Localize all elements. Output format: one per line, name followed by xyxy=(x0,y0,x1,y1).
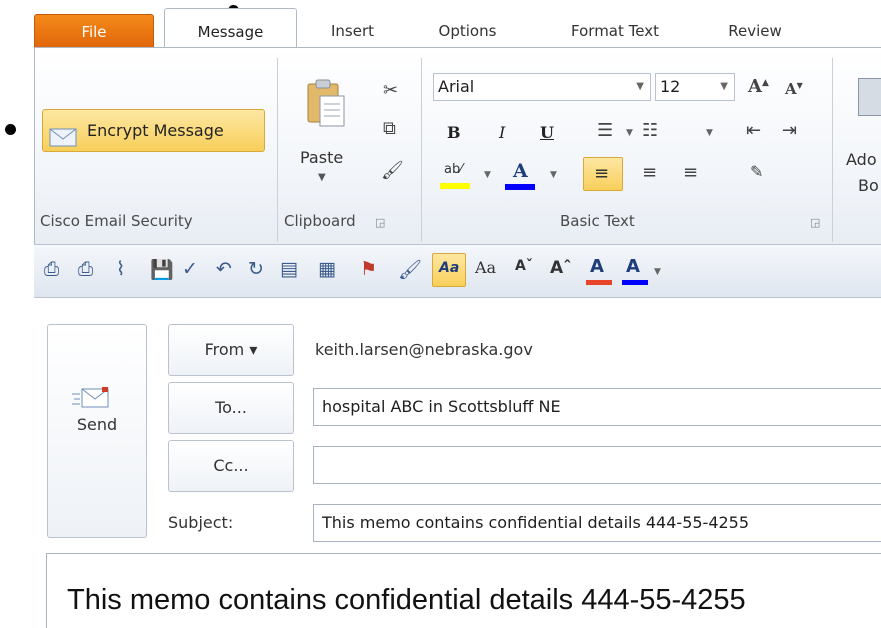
encrypt-message-button[interactable]: Encrypt Message xyxy=(42,109,265,152)
bold-icon[interactable]: B xyxy=(447,123,461,142)
chevron-down-icon: ▼ xyxy=(550,170,557,180)
change-case-icon[interactable]: Aa xyxy=(475,258,496,277)
chevron-down-icon: ▼ xyxy=(318,172,326,183)
chevron-down-icon: ▼ xyxy=(626,128,633,138)
paste-button[interactable]: Paste ▼ xyxy=(296,72,366,197)
underline-icon[interactable]: U xyxy=(540,123,554,142)
shrink-font-icon[interactable]: Aˇ xyxy=(515,258,533,274)
dialog-launcher-icon[interactable]: ◲ xyxy=(810,216,820,229)
font-color-icon[interactable]: A xyxy=(622,256,648,286)
tab-file[interactable]: File xyxy=(34,14,154,48)
message-body-text: This memo contains confidential details … xyxy=(67,584,746,616)
group-separator xyxy=(832,58,833,242)
envelope-icon xyxy=(49,121,77,147)
from-label: From ▾ xyxy=(204,340,258,359)
send-label: Send xyxy=(76,415,118,434)
cut-icon[interactable]: ✂ xyxy=(383,80,398,101)
cc-label: Cc... xyxy=(213,456,249,475)
font-name-value: Arial xyxy=(438,77,475,96)
numbering-icon[interactable]: ☷ xyxy=(642,120,658,141)
print-icon[interactable]: ⎙ xyxy=(78,258,93,280)
from-value: keith.larsen@nebraska.gov xyxy=(315,340,533,359)
styles-icon: Aa xyxy=(439,260,460,276)
styles-button[interactable]: Aa xyxy=(432,253,466,287)
subject-label: Subject: xyxy=(168,513,234,532)
tab-insert[interactable]: Insert xyxy=(305,14,400,48)
grow-font-icon[interactable]: Aˆ xyxy=(550,258,572,278)
subject-field[interactable]: This memo contains confidential details … xyxy=(313,504,881,542)
font-size-dropdown[interactable]: 12 ▼ xyxy=(655,73,735,101)
decrease-indent-icon[interactable]: ⇤ xyxy=(746,120,761,141)
redo-icon[interactable]: ↻ xyxy=(248,258,264,280)
address-book-icon[interactable] xyxy=(858,78,881,116)
group-label-clipboard: Clipboard xyxy=(284,212,356,230)
flag-icon[interactable]: ⚑ xyxy=(360,258,377,280)
send-button[interactable]: Send xyxy=(47,324,147,538)
align-right-icon[interactable]: ≡ xyxy=(683,162,698,183)
from-button[interactable]: From ▾ xyxy=(168,324,294,376)
address-book-label-1[interactable]: Ado xyxy=(846,150,877,169)
shrink-font-icon[interactable]: A▼ xyxy=(785,80,803,98)
cc-field[interactable] xyxy=(313,446,881,484)
align-center-icon[interactable]: ≡ xyxy=(642,162,657,183)
font-size-value: 12 xyxy=(660,77,681,96)
chevron-down-icon: ▼ xyxy=(706,128,713,138)
align-left-icon: ≡ xyxy=(594,163,610,184)
subject-field-value: This memo contains confidential details … xyxy=(322,513,750,532)
to-button[interactable]: To... xyxy=(168,382,294,434)
address-book-label-2[interactable]: Bo xyxy=(858,176,879,195)
to-label: To... xyxy=(215,398,247,417)
group-label-cisco: Cisco Email Security xyxy=(40,212,193,230)
chevron-down-icon: ▼ xyxy=(484,170,491,180)
spellcheck-icon[interactable]: ✓ xyxy=(182,258,198,280)
annotation-dot xyxy=(5,124,16,135)
undo-icon[interactable]: ↶ xyxy=(216,258,232,280)
dialog-launcher-icon[interactable]: ◲ xyxy=(375,216,385,229)
font-color-icon[interactable]: A xyxy=(505,160,535,190)
clipboard-paste-icon xyxy=(304,78,348,132)
chevron-down-icon: ▼ xyxy=(720,81,728,92)
attach-icon[interactable]: ⌇ xyxy=(116,258,125,280)
align-left-button[interactable]: ≡ xyxy=(583,157,623,191)
grow-font-icon[interactable]: A▲ xyxy=(748,76,769,97)
chevron-down-icon: ▼ xyxy=(654,267,661,277)
to-field[interactable]: hospital ABC in Scottsbluff NE xyxy=(313,388,881,426)
encrypt-message-label: Encrypt Message xyxy=(87,121,224,140)
underline-red-icon[interactable]: A xyxy=(586,256,612,286)
format-painter-icon[interactable]: 🖌 xyxy=(381,160,404,181)
group-label-basic-text: Basic Text xyxy=(560,212,635,230)
spelling-icon[interactable]: ✎ xyxy=(750,162,763,181)
message-body[interactable]: This memo contains confidential details … xyxy=(46,553,881,628)
send-envelope-icon xyxy=(72,385,112,415)
group-separator xyxy=(277,58,278,242)
highlight-color-icon[interactable]: ab⁄ xyxy=(440,160,470,190)
tab-review[interactable]: Review xyxy=(705,14,805,48)
to-field-value: hospital ABC in Scottsbluff NE xyxy=(322,397,561,416)
italic-icon[interactable]: I xyxy=(499,123,505,142)
format-painter-icon[interactable]: 🖌 xyxy=(398,258,422,281)
save-icon[interactable]: 💾 xyxy=(150,258,174,281)
tab-message[interactable]: Message xyxy=(164,8,297,48)
increase-indent-icon[interactable]: ⇥ xyxy=(782,120,797,141)
copy-icon[interactable]: ⧉ xyxy=(383,118,396,139)
paste-label: Paste xyxy=(300,148,344,167)
cc-button[interactable]: Cc... xyxy=(168,440,294,492)
table-icon[interactable]: ▦ xyxy=(318,258,336,280)
group-separator xyxy=(421,58,422,242)
font-name-dropdown[interactable]: Arial ▼ xyxy=(433,73,651,101)
tab-format-text[interactable]: Format Text xyxy=(540,14,690,48)
tab-options[interactable]: Options xyxy=(410,14,525,48)
print-preview-icon[interactable]: ⎙ xyxy=(44,258,59,280)
bullets-icon[interactable]: ☰ xyxy=(597,120,613,141)
signature-icon[interactable]: ▤ xyxy=(280,258,298,280)
chevron-down-icon: ▼ xyxy=(636,81,644,92)
